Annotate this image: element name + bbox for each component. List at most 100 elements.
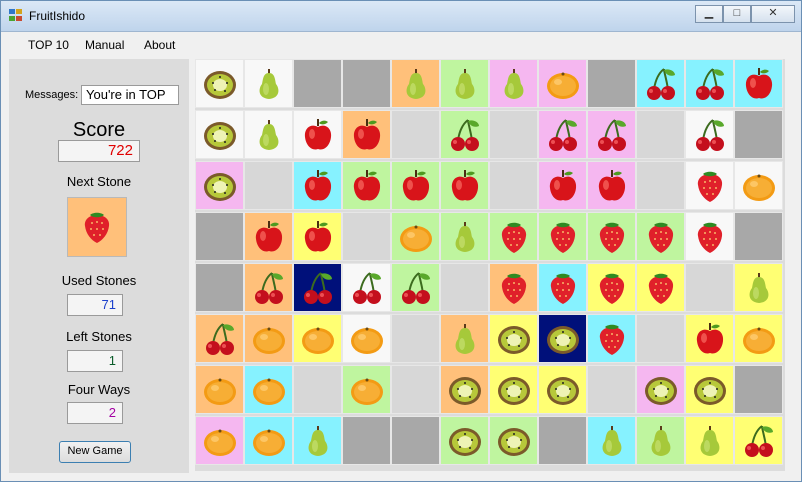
board-cell[interactable] <box>391 212 440 261</box>
board-cell[interactable] <box>244 161 293 210</box>
board-cell[interactable] <box>440 110 489 159</box>
board-cell[interactable] <box>685 263 734 312</box>
new-game-button[interactable]: New Game <box>59 441 131 463</box>
board-cell[interactable] <box>342 161 391 210</box>
maximize-button[interactable]: □ <box>723 5 751 23</box>
board-cell[interactable] <box>489 416 538 465</box>
board-cell[interactable] <box>440 59 489 108</box>
board-cell[interactable] <box>244 314 293 363</box>
board-cell[interactable] <box>489 110 538 159</box>
board-cell[interactable] <box>734 161 783 210</box>
board-cell[interactable] <box>440 416 489 465</box>
board-cell[interactable] <box>538 416 587 465</box>
board-cell[interactable] <box>342 365 391 414</box>
board-cell[interactable] <box>391 416 440 465</box>
board-cell[interactable] <box>293 59 342 108</box>
board-cell[interactable] <box>538 161 587 210</box>
board-cell[interactable] <box>391 365 440 414</box>
board-cell[interactable] <box>293 314 342 363</box>
board-cell[interactable] <box>489 59 538 108</box>
board-cell[interactable] <box>489 365 538 414</box>
board-cell[interactable] <box>734 365 783 414</box>
board-cell[interactable] <box>391 314 440 363</box>
board-cell[interactable] <box>636 314 685 363</box>
board-cell[interactable] <box>342 416 391 465</box>
board-cell[interactable] <box>391 161 440 210</box>
board-cell[interactable] <box>244 365 293 414</box>
board-cell[interactable] <box>440 161 489 210</box>
board-cell[interactable] <box>195 110 244 159</box>
board-cell[interactable] <box>195 212 244 261</box>
board-cell[interactable] <box>685 416 734 465</box>
minimize-button[interactable]: ▁ <box>695 5 723 23</box>
board-cell[interactable] <box>538 212 587 261</box>
board-cell[interactable] <box>293 161 342 210</box>
close-button[interactable]: ✕ <box>751 5 795 23</box>
board-cell[interactable] <box>391 263 440 312</box>
board-cell[interactable] <box>293 263 342 312</box>
board-cell[interactable] <box>440 263 489 312</box>
board-cell[interactable] <box>342 263 391 312</box>
board-cell[interactable] <box>587 212 636 261</box>
board-cell[interactable] <box>587 110 636 159</box>
board-cell[interactable] <box>636 59 685 108</box>
board-cell[interactable] <box>195 59 244 108</box>
board-cell[interactable] <box>440 314 489 363</box>
board-cell[interactable] <box>587 314 636 363</box>
board-cell[interactable] <box>636 263 685 312</box>
board-cell[interactable] <box>636 161 685 210</box>
board-cell[interactable] <box>244 263 293 312</box>
board-cell[interactable] <box>636 365 685 414</box>
board-cell[interactable] <box>587 161 636 210</box>
board-cell[interactable] <box>391 110 440 159</box>
board-cell[interactable] <box>195 263 244 312</box>
board-cell[interactable] <box>685 212 734 261</box>
board-cell[interactable] <box>636 110 685 159</box>
board-cell[interactable] <box>685 110 734 159</box>
board-cell[interactable] <box>685 59 734 108</box>
board-cell[interactable] <box>293 212 342 261</box>
menu-manual[interactable]: Manual <box>85 38 124 52</box>
board-cell[interactable] <box>342 314 391 363</box>
board-cell[interactable] <box>587 59 636 108</box>
board-cell[interactable] <box>538 59 587 108</box>
board-cell[interactable] <box>293 416 342 465</box>
board-cell[interactable] <box>293 365 342 414</box>
board-cell[interactable] <box>734 263 783 312</box>
board-cell[interactable] <box>440 212 489 261</box>
board-cell[interactable] <box>636 212 685 261</box>
board-cell[interactable] <box>734 212 783 261</box>
board-cell[interactable] <box>391 59 440 108</box>
board-cell[interactable] <box>538 365 587 414</box>
board-cell[interactable] <box>489 263 538 312</box>
board-cell[interactable] <box>734 416 783 465</box>
board-cell[interactable] <box>489 212 538 261</box>
board-cell[interactable] <box>244 416 293 465</box>
board-cell[interactable] <box>195 161 244 210</box>
board-cell[interactable] <box>342 59 391 108</box>
board-cell[interactable] <box>244 212 293 261</box>
board-cell[interactable] <box>685 161 734 210</box>
board-cell[interactable] <box>636 416 685 465</box>
board-cell[interactable] <box>342 110 391 159</box>
board-cell[interactable] <box>587 263 636 312</box>
board-cell[interactable] <box>734 59 783 108</box>
board-cell[interactable] <box>489 314 538 363</box>
board-cell[interactable] <box>587 416 636 465</box>
board-cell[interactable] <box>293 110 342 159</box>
board-cell[interactable] <box>489 161 538 210</box>
board-cell[interactable] <box>538 314 587 363</box>
board-cell[interactable] <box>195 314 244 363</box>
board-cell[interactable] <box>195 365 244 414</box>
board-cell[interactable] <box>195 416 244 465</box>
board-cell[interactable] <box>244 110 293 159</box>
board-cell[interactable] <box>538 110 587 159</box>
board-cell[interactable] <box>685 314 734 363</box>
board-cell[interactable] <box>440 365 489 414</box>
board-cell[interactable] <box>587 365 636 414</box>
board-cell[interactable] <box>734 110 783 159</box>
menu-about[interactable]: About <box>144 38 175 52</box>
menu-top10[interactable]: TOP 10 <box>28 38 69 52</box>
board-cell[interactable] <box>734 314 783 363</box>
board-cell[interactable] <box>685 365 734 414</box>
